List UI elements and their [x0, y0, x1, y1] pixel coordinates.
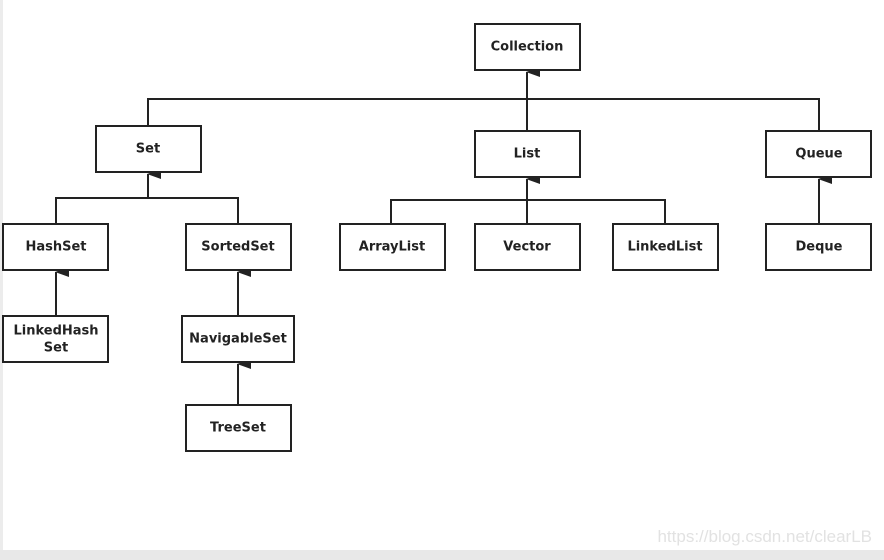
- node-label: List: [514, 147, 541, 162]
- node-label: NavigableSet: [189, 332, 287, 347]
- node-navigableset: NavigableSet: [181, 315, 295, 363]
- node-hashset: HashSet: [2, 223, 109, 271]
- node-label: ArrayList: [359, 240, 425, 255]
- node-queue: Queue: [765, 130, 872, 178]
- node-vector: Vector: [474, 223, 581, 271]
- node-treeset: TreeSet: [185, 404, 292, 452]
- node-label: TreeSet: [210, 421, 266, 436]
- node-arraylist: ArrayList: [339, 223, 446, 271]
- watermark: https://blog.csdn.net/clearLB: [657, 527, 872, 546]
- node-label: SortedSet: [201, 240, 274, 255]
- node-label: Vector: [503, 240, 551, 255]
- node-label: Deque: [796, 240, 843, 255]
- node-label-line2: Set: [44, 341, 68, 356]
- node-label: Set: [136, 142, 160, 157]
- node-label-line1: LinkedHash: [13, 324, 98, 339]
- node-linkedhashset: LinkedHash Set: [2, 315, 109, 363]
- node-list: List: [474, 130, 581, 178]
- edge-hashset-sortedset-bus: [55, 197, 239, 224]
- edge-set-queue-bus: [147, 98, 820, 131]
- node-label: Collection: [491, 40, 564, 55]
- node-set: Set: [95, 125, 202, 173]
- node-label: HashSet: [25, 240, 86, 255]
- collection-hierarchy-diagram: Collection Set List Queue HashSet Sorted…: [2, 23, 872, 452]
- node-sortedset: SortedSet: [185, 223, 292, 271]
- node-collection: Collection: [474, 23, 581, 71]
- node-label: Queue: [795, 147, 842, 162]
- node-deque: Deque: [765, 223, 872, 271]
- node-label: LinkedList: [627, 240, 702, 255]
- node-linkedlist: LinkedList: [612, 223, 719, 271]
